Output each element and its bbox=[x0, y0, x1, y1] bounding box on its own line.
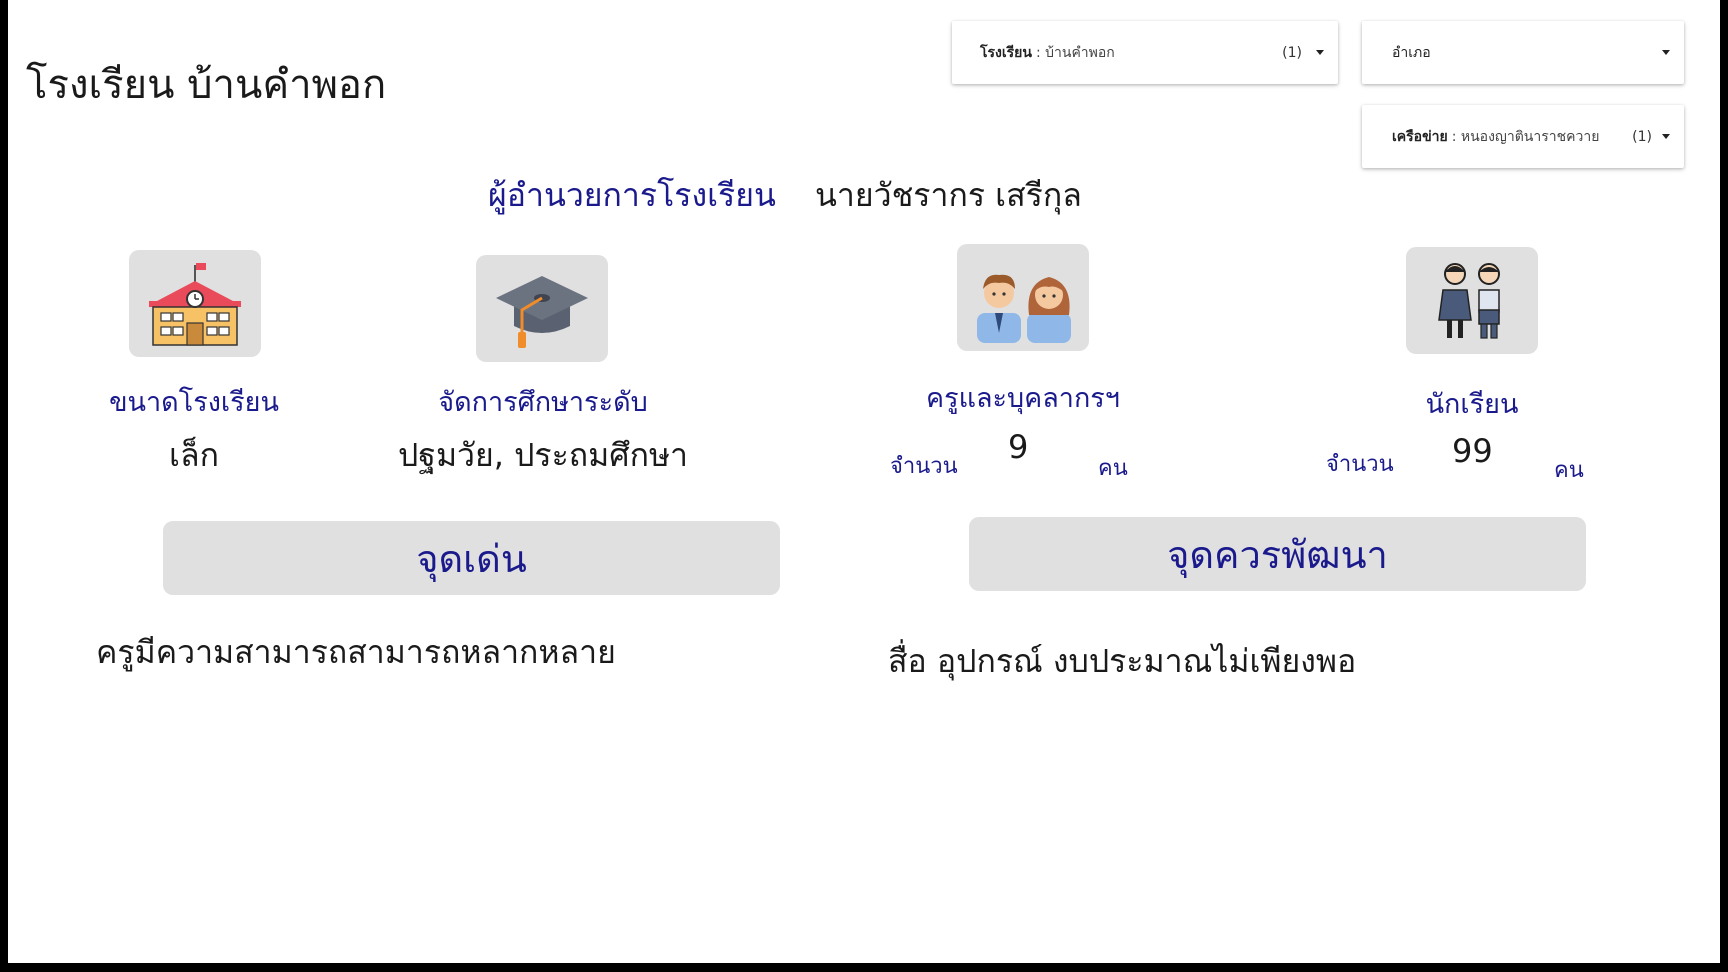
staff-count: 9 bbox=[1008, 428, 1029, 466]
improvements-header: จุดควรพัฒนา bbox=[969, 517, 1586, 591]
staff-icon-box bbox=[957, 244, 1089, 351]
chevron-down-icon bbox=[1662, 50, 1670, 55]
students-label: นักเรียน bbox=[1425, 389, 1519, 420]
education-level-value: ปฐมวัย, ประถมศึกษา bbox=[397, 436, 689, 474]
strengths-text: ครูมีความสามารถสามารถหลากหลาย bbox=[96, 633, 616, 671]
improvements-text: สื่อ อุปกรณ์ งบประมาณไม่เพียงพอ bbox=[888, 642, 1357, 680]
district-filter-dropdown[interactable]: อำเภอ bbox=[1362, 21, 1684, 84]
network-filter-count: (1) bbox=[1632, 128, 1652, 145]
network-filter-value: : หนองญาตินาราชควาย bbox=[1451, 128, 1600, 145]
district-filter-label: อำเภอ bbox=[1392, 44, 1431, 61]
students-icon bbox=[1438, 262, 1500, 339]
students-count-prefix: จำนวน bbox=[1326, 452, 1394, 477]
students-icon-box bbox=[1406, 247, 1538, 354]
school-filter-value: : บ้านคำพอก bbox=[1035, 44, 1115, 61]
students-count-unit: คน bbox=[1554, 458, 1584, 483]
network-filter-label: เครือข่าย bbox=[1392, 128, 1448, 145]
page-title: โรงเรียน บ้านคำพอก bbox=[26, 62, 387, 108]
chevron-down-icon bbox=[1316, 50, 1324, 55]
staff-label: ครูและบุคลากรฯ bbox=[926, 383, 1120, 414]
school-filter-count: (1) bbox=[1282, 44, 1302, 61]
graduation-cap-icon bbox=[496, 275, 588, 348]
dashboard-canvas: โรงเรียน บ้านคำพอก โรงเรียน : บ้านคำพอก … bbox=[8, 0, 1720, 963]
staff-count-prefix: จำนวน bbox=[890, 454, 958, 479]
network-filter-dropdown[interactable]: เครือข่าย : หนองญาตินาราชควาย (1) bbox=[1362, 105, 1684, 168]
school-filter-dropdown[interactable]: โรงเรียน : บ้านคำพอก (1) bbox=[952, 21, 1338, 84]
school-size-icon-box bbox=[129, 250, 261, 357]
teachers-icon bbox=[977, 274, 1071, 343]
school-size-value: เล็ก bbox=[169, 436, 219, 474]
students-count: 99 bbox=[1452, 432, 1493, 470]
education-level-label: จัดการศึกษาระดับ bbox=[438, 387, 648, 418]
strengths-header: จุดเด่น bbox=[163, 521, 780, 595]
school-building-icon bbox=[149, 262, 241, 346]
education-level-icon-box bbox=[476, 255, 608, 362]
school-filter-label: โรงเรียน bbox=[980, 44, 1032, 61]
school-size-label: ขนาดโรงเรียน bbox=[109, 387, 279, 418]
chevron-down-icon bbox=[1662, 134, 1670, 139]
director-name: นายวัชรากร เสรีกุล bbox=[815, 176, 1082, 214]
director-label: ผู้อำนวยการโรงเรียน bbox=[488, 176, 776, 214]
staff-count-unit: คน bbox=[1098, 456, 1128, 481]
